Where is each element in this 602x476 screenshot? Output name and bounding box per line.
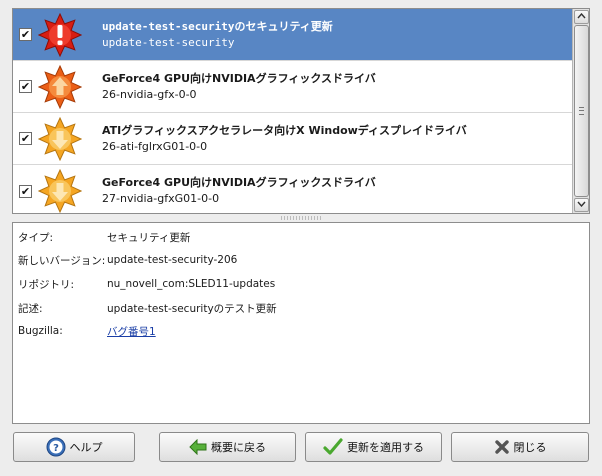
detail-value: update-test-security-206 <box>107 254 238 266</box>
update-checkbox[interactable]: ✔ <box>19 132 32 145</box>
update-details: タイプ: セキュリティ更新 新しいバージョン: update-test-secu… <box>12 222 590 424</box>
close-button[interactable]: 閉じる <box>451 432 589 462</box>
detail-label: Bugzilla: <box>18 325 63 337</box>
detail-label: タイプ: <box>18 231 54 244</box>
scroll-up-button[interactable] <box>574 10 589 24</box>
update-checkbox[interactable]: ✔ <box>19 80 32 93</box>
bugzilla-link[interactable]: バグ番号1 <box>107 324 156 339</box>
detail-value: nu_novell_com:SLED11-updates <box>107 278 276 290</box>
back-button-label: 概要に戻る <box>211 441 266 454</box>
help-icon: ? <box>46 437 65 457</box>
update-title: update-test-securityのセキュリティ更新 <box>102 19 333 33</box>
apply-button-label: 更新を適用する <box>347 441 424 454</box>
detail-value: update-test-securityのテスト更新 <box>107 302 277 315</box>
list-scrollbar[interactable] <box>572 9 589 213</box>
detail-type: タイプ: セキュリティ更新 <box>18 229 190 245</box>
update-list[interactable]: ✔ update-test-securityのセキュリティ更新 update-t… <box>12 8 590 214</box>
pane-resize-handle[interactable] <box>280 216 322 220</box>
chevron-up-icon <box>577 12 586 19</box>
update-package: 26-ati-fglrxG01-0-0 <box>102 139 208 153</box>
back-to-summary-button[interactable]: 概要に戻る <box>159 432 296 462</box>
optional-update-icon <box>38 169 82 213</box>
detail-bugzilla: Bugzilla: バグ番号1 <box>18 323 156 339</box>
scroll-down-button[interactable] <box>574 198 589 212</box>
update-package: 27-nvidia-gfxG01-0-0 <box>102 192 220 205</box>
close-button-label: 閉じる <box>513 441 547 454</box>
update-title: GeForce4 GPU向けNVIDIAグラフィックスドライバ <box>102 71 376 85</box>
close-icon <box>494 440 509 454</box>
detail-label: 記述: <box>18 302 43 315</box>
update-title: GeForce4 GPU向けNVIDIAグラフィックスドライバ <box>102 176 376 189</box>
apply-updates-button[interactable]: 更新を適用する <box>305 432 442 462</box>
optional-update-icon <box>38 116 82 161</box>
update-row-ati[interactable]: ✔ ATIグラフィックスアクセラレータ向けX Windowディスプレイドライバ … <box>13 113 573 165</box>
detail-label: リポジトリ: <box>18 278 75 291</box>
svg-text:?: ? <box>53 443 59 454</box>
scrollbar-thumb[interactable] <box>574 25 589 197</box>
recommended-update-icon <box>38 64 82 109</box>
detail-repository: リポジトリ: nu_novell_com:SLED11-updates <box>18 276 275 292</box>
detail-value: セキュリティ更新 <box>107 231 191 244</box>
detail-label: 新しいバージョン: <box>18 254 106 267</box>
checkmark-icon <box>323 438 343 455</box>
update-checkbox[interactable]: ✔ <box>19 28 32 41</box>
chevron-down-icon <box>577 201 586 208</box>
update-row-security[interactable]: ✔ update-test-securityのセキュリティ更新 update-t… <box>13 9 573 61</box>
help-button[interactable]: ? ヘルプ <box>13 432 135 462</box>
update-package: update-test-security <box>102 35 235 49</box>
update-package: 26-nvidia-gfx-0-0 <box>102 87 197 101</box>
update-checkbox[interactable]: ✔ <box>19 184 32 198</box>
update-title: ATIグラフィックスアクセラレータ向けX Windowディスプレイドライバ <box>102 123 467 137</box>
update-row-nvidia-26[interactable]: ✔ GeForce4 GPU向けNVIDIAグラフィックスドライバ 26-nvi… <box>13 61 573 113</box>
security-alert-icon <box>38 12 82 57</box>
detail-description: 記述: update-test-securityのテスト更新 <box>18 300 277 316</box>
back-arrow-icon <box>189 439 207 455</box>
help-button-label: ヘルプ <box>69 441 103 454</box>
grip-icon <box>579 107 584 115</box>
detail-version: 新しいバージョン: update-test-security-206 <box>18 252 237 268</box>
update-row-nvidia-27[interactable]: ✔ GeForce4 GPU向けNVIDIAグラフィックスドライバ 27-nvi… <box>13 165 573 213</box>
